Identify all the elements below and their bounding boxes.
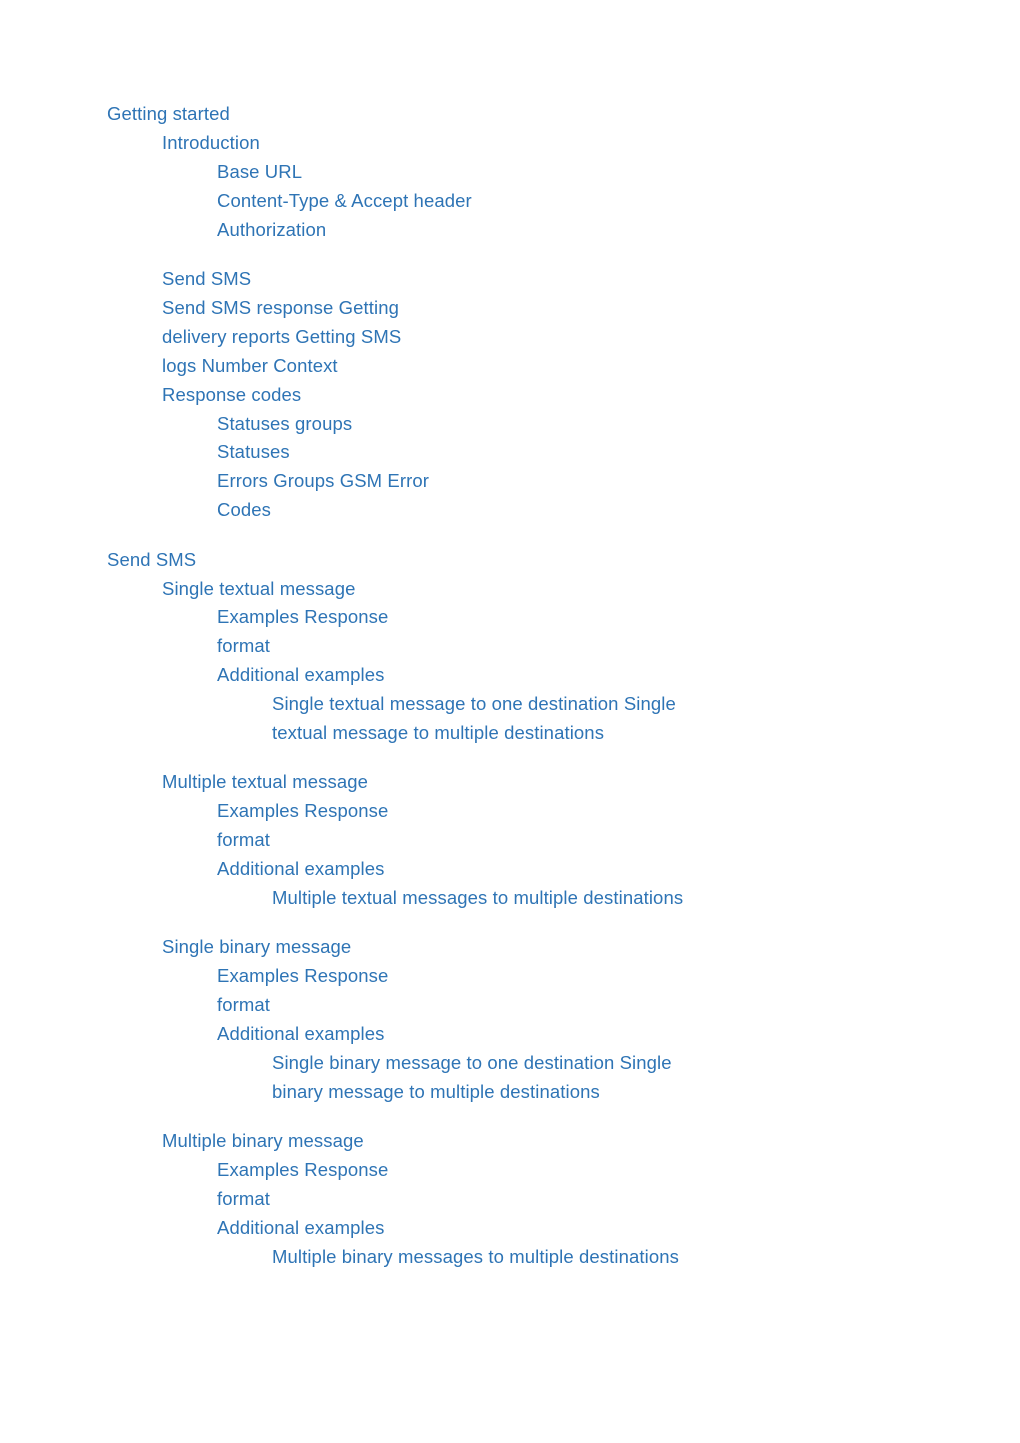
- toc-entry-level-1[interactable]: Introduction: [162, 130, 260, 156]
- toc-entry-level-2[interactable]: Authorization: [217, 217, 326, 243]
- toc-entry-level-2[interactable]: Statuses groups: [217, 411, 352, 437]
- toc-entry-level-3[interactable]: textual message to multiple destinations: [272, 720, 604, 746]
- toc-entry-level-2[interactable]: format: [217, 1186, 270, 1212]
- toc-entry-level-3[interactable]: Multiple textual messages to multiple de…: [272, 885, 683, 911]
- toc-entry-level-3[interactable]: Single binary message to one destination…: [272, 1050, 672, 1076]
- toc-entry-level-2[interactable]: Additional examples: [217, 1021, 384, 1047]
- toc-entry-level-2[interactable]: format: [217, 827, 270, 853]
- toc-entry-level-2[interactable]: Additional examples: [217, 662, 384, 688]
- toc-entry-level-2[interactable]: Examples Response: [217, 604, 388, 630]
- toc-entry-level-3[interactable]: Multiple binary messages to multiple des…: [272, 1244, 679, 1270]
- toc-entry-level-2[interactable]: format: [217, 633, 270, 659]
- toc-entry-level-1[interactable]: Response codes: [162, 382, 301, 408]
- toc-entry-level-2[interactable]: format: [217, 992, 270, 1018]
- toc-entry-level-2[interactable]: Examples Response: [217, 798, 388, 824]
- toc-entry-level-1[interactable]: delivery reports Getting SMS: [162, 324, 401, 350]
- toc-entry-level-3[interactable]: Single textual message to one destinatio…: [272, 691, 676, 717]
- toc-entry-level-2[interactable]: Examples Response: [217, 1157, 388, 1183]
- toc-entry-level-1[interactable]: Single binary message: [162, 934, 351, 960]
- toc-entry-level-2[interactable]: Additional examples: [217, 856, 384, 882]
- toc-entry-level-3[interactable]: binary message to multiple destinations: [272, 1079, 600, 1105]
- toc-entry-level-1[interactable]: logs Number Context: [162, 353, 338, 379]
- toc-entry-level-1[interactable]: Send SMS: [162, 266, 251, 292]
- toc-entry-level-2[interactable]: Examples Response: [217, 963, 388, 989]
- toc-entry-level-1[interactable]: Multiple binary message: [162, 1128, 364, 1154]
- toc-entry-level-2[interactable]: Statuses: [217, 439, 290, 465]
- toc-entry-level-0[interactable]: Getting started: [107, 101, 230, 127]
- toc-entry-level-2[interactable]: Errors Groups GSM Error: [217, 468, 429, 494]
- document-page: Getting started Introduction Base URL Conte…: [0, 0, 1020, 1443]
- toc-entry-level-1[interactable]: Multiple textual message: [162, 769, 368, 795]
- toc-entry-level-0[interactable]: Send SMS: [107, 547, 196, 573]
- toc-entry-level-2[interactable]: Additional examples: [217, 1215, 384, 1241]
- toc-entry-level-2[interactable]: Content-Type & Accept header: [217, 188, 472, 214]
- toc-entry-level-2[interactable]: Codes: [217, 497, 271, 523]
- toc-entry-level-2[interactable]: Base URL: [217, 159, 302, 185]
- toc-entry-level-1[interactable]: Send SMS response Getting: [162, 295, 399, 321]
- toc-entry-level-1[interactable]: Single textual message: [162, 576, 355, 602]
